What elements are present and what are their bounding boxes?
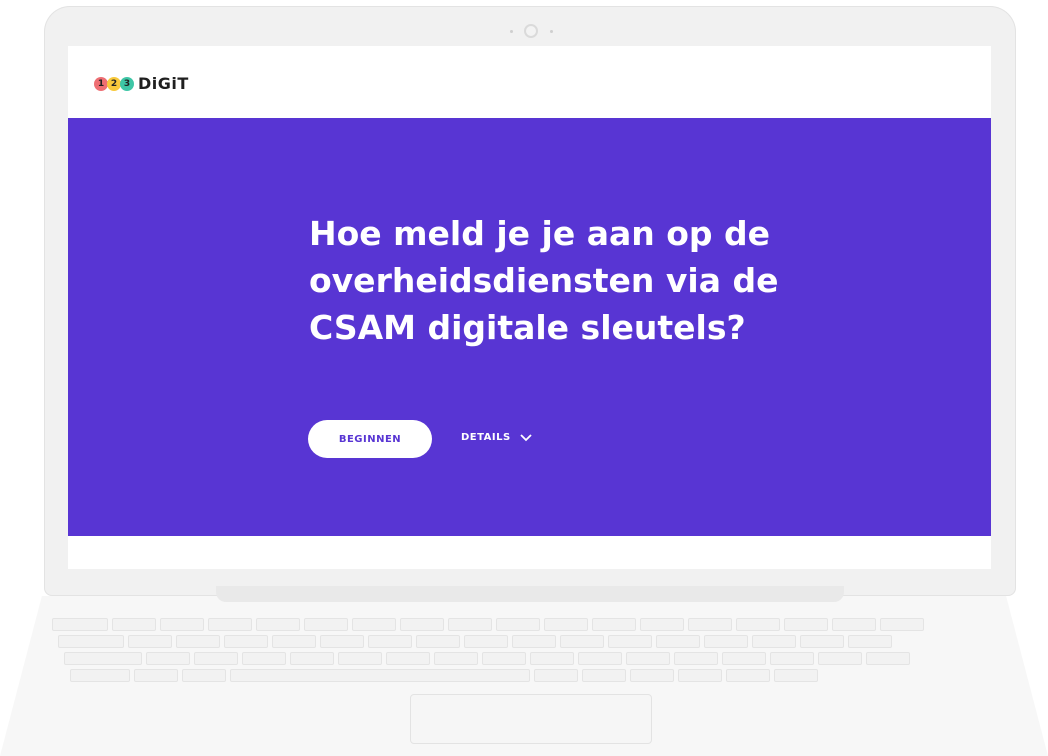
key [704, 635, 748, 648]
details-label: DETAILS [461, 432, 511, 443]
key [482, 652, 526, 665]
webcam-dot-left [510, 30, 513, 33]
webcam-dot-right [550, 30, 553, 33]
key [752, 635, 796, 648]
key [848, 635, 892, 648]
key [678, 669, 722, 682]
key [736, 618, 780, 631]
key [368, 635, 412, 648]
key [64, 652, 142, 665]
key [400, 618, 444, 631]
key [726, 669, 770, 682]
key [544, 618, 588, 631]
key [630, 669, 674, 682]
laptop-hinge [216, 586, 844, 602]
chevron-down-icon [520, 433, 532, 441]
key [578, 652, 622, 665]
key [134, 669, 178, 682]
key [784, 618, 828, 631]
key [58, 635, 124, 648]
key [182, 669, 226, 682]
key [688, 618, 732, 631]
key [880, 618, 924, 631]
key [560, 635, 604, 648]
key [530, 652, 574, 665]
key [242, 652, 286, 665]
key [386, 652, 430, 665]
key [626, 652, 670, 665]
laptop-keyboard [52, 618, 996, 688]
key [146, 652, 190, 665]
key [434, 652, 478, 665]
key [534, 669, 578, 682]
hero-section: Hoe meld je je aan op de overheidsdienst… [68, 118, 991, 536]
key [512, 635, 556, 648]
key [272, 635, 316, 648]
key [70, 669, 130, 682]
details-toggle[interactable]: DETAILS [461, 432, 532, 443]
hero-title: Hoe meld je je aan op de overheidsdienst… [309, 214, 779, 347]
key [448, 618, 492, 631]
logo-digit-1: 1 [94, 76, 108, 91]
key [770, 652, 814, 665]
key [194, 652, 238, 665]
key [496, 618, 540, 631]
key [52, 618, 108, 631]
key [304, 618, 348, 631]
key [128, 635, 172, 648]
key [464, 635, 508, 648]
key [722, 652, 766, 665]
logo-digit-3: 3 [120, 76, 134, 91]
key [352, 618, 396, 631]
logo-wordmark: DiGiT [138, 74, 189, 93]
key [582, 669, 626, 682]
laptop-screen: 1 2 3 DiGiT Hoe meld je je aan op de ove… [68, 46, 991, 569]
key [608, 635, 652, 648]
webcam [524, 24, 538, 38]
key [338, 652, 382, 665]
key [640, 618, 684, 631]
logo-digit-2: 2 [107, 76, 121, 91]
site-header: 1 2 3 DiGiT [68, 46, 991, 118]
key [818, 652, 862, 665]
key [866, 652, 910, 665]
key [256, 618, 300, 631]
key [800, 635, 844, 648]
key [674, 652, 718, 665]
brand-logo[interactable]: 1 2 3 DiGiT [94, 74, 189, 93]
content-area [68, 536, 991, 569]
key [592, 618, 636, 631]
key [176, 635, 220, 648]
key [774, 669, 818, 682]
key [112, 618, 156, 631]
key [160, 618, 204, 631]
key [224, 635, 268, 648]
key [208, 618, 252, 631]
key [656, 635, 700, 648]
key [832, 618, 876, 631]
start-button[interactable]: BEGINNEN [308, 420, 432, 458]
laptop-trackpad [410, 694, 652, 744]
key [320, 635, 364, 648]
key [290, 652, 334, 665]
key [416, 635, 460, 648]
key [230, 669, 530, 682]
